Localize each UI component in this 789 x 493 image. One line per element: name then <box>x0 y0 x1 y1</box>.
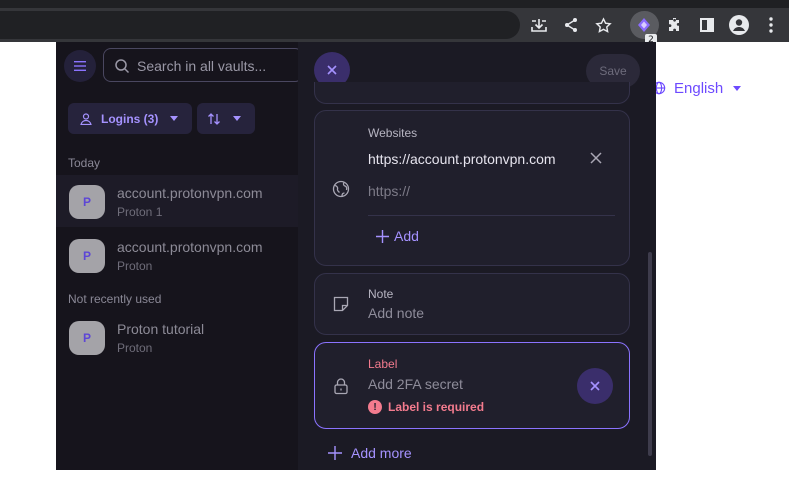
share-icon[interactable] <box>559 13 583 37</box>
profile-avatar-icon[interactable] <box>727 13 751 37</box>
browser-menu-icon[interactable] <box>759 13 783 37</box>
add-website-button[interactable]: Add <box>376 228 419 244</box>
edit-item-panel: Save Websites https://account.protonvpn.… <box>298 42 656 470</box>
chevron-down-icon <box>733 85 742 91</box>
hamburger-icon <box>74 61 86 71</box>
item-title: Proton tutorial <box>117 321 205 337</box>
note-label: Note <box>368 287 394 301</box>
item-avatar: P <box>69 321 105 355</box>
language-label: English <box>674 79 724 97</box>
error-icon: ! <box>368 400 382 414</box>
websites-card: Websites https://account.protonvpn.com h… <box>314 110 630 266</box>
browser-toolbar: 2 <box>0 8 789 46</box>
previous-field-card <box>314 82 630 104</box>
remove-twofa-button[interactable] <box>577 368 613 404</box>
sort-arrows-icon <box>208 112 220 125</box>
error-message: Label is required <box>388 400 485 414</box>
chevron-down-icon <box>233 116 241 121</box>
item-avatar: P <box>69 185 105 219</box>
twofa-card: Label Add 2FA secret ! Label is required <box>314 342 630 429</box>
close-icon <box>590 381 600 391</box>
sort-dropdown[interactable] <box>197 103 255 134</box>
item-title: account.protonvpn.com <box>117 239 263 255</box>
add-more-label: Add more <box>351 445 412 461</box>
add-more-button[interactable]: Add more <box>328 445 412 461</box>
list-item[interactable]: P Proton tutorial Proton <box>56 311 298 363</box>
divider <box>368 215 615 216</box>
install-app-icon[interactable] <box>527 13 551 37</box>
address-bar[interactable] <box>0 11 520 39</box>
item-subtitle: Proton <box>117 259 153 273</box>
search-icon <box>115 59 130 74</box>
bookmark-star-icon[interactable] <box>591 13 615 37</box>
new-website-input[interactable]: https:// <box>368 183 410 199</box>
lock-icon <box>334 378 348 395</box>
extension-popup: Search in all vaults... Logins (3) Today… <box>56 42 656 470</box>
item-subtitle: Proton <box>117 341 153 355</box>
extensions-puzzle-icon[interactable] <box>663 13 687 37</box>
side-panel-icon[interactable] <box>695 13 719 37</box>
remove-url-icon[interactable] <box>589 151 603 165</box>
chevron-down-icon <box>170 116 179 121</box>
item-title: account.protonvpn.com <box>117 185 263 201</box>
item-avatar: P <box>69 239 105 273</box>
twofa-secret-input[interactable]: Add 2FA secret <box>368 376 463 392</box>
language-selector[interactable]: English <box>652 79 742 97</box>
websites-label: Websites <box>368 126 418 140</box>
website-url-input[interactable]: https://account.protonvpn.com <box>368 151 571 167</box>
filter-label: Logins (3) <box>101 111 159 126</box>
note-input[interactable]: Add note <box>368 305 424 321</box>
plus-icon <box>328 446 342 460</box>
twofa-label: Label <box>368 357 398 371</box>
item-subtitle: Proton 1 <box>117 205 163 219</box>
section-label-not-recently-used: Not recently used <box>68 292 162 306</box>
menu-button[interactable] <box>64 50 96 82</box>
logins-filter-dropdown[interactable]: Logins (3) <box>68 103 192 134</box>
list-item[interactable]: P account.protonvpn.com Proton 1 <box>56 175 298 227</box>
add-website-label: Add <box>394 228 419 244</box>
browser-title-bar <box>0 0 789 8</box>
globe-icon <box>332 180 350 198</box>
search-input[interactable]: Search in all vaults... <box>137 58 266 74</box>
scrollbar[interactable] <box>648 252 652 456</box>
search-field[interactable]: Search in all vaults... <box>103 48 303 82</box>
section-label-today: Today <box>68 156 101 170</box>
user-icon <box>80 112 92 125</box>
plus-icon <box>376 229 389 243</box>
close-icon <box>327 65 337 75</box>
note-card: Note Add note <box>314 273 630 335</box>
item-list-panel: Search in all vaults... Logins (3) Today… <box>56 42 303 470</box>
validation-error: ! Label is required <box>368 400 484 414</box>
list-item[interactable]: P account.protonvpn.com Proton <box>56 229 298 281</box>
note-icon <box>333 296 349 312</box>
